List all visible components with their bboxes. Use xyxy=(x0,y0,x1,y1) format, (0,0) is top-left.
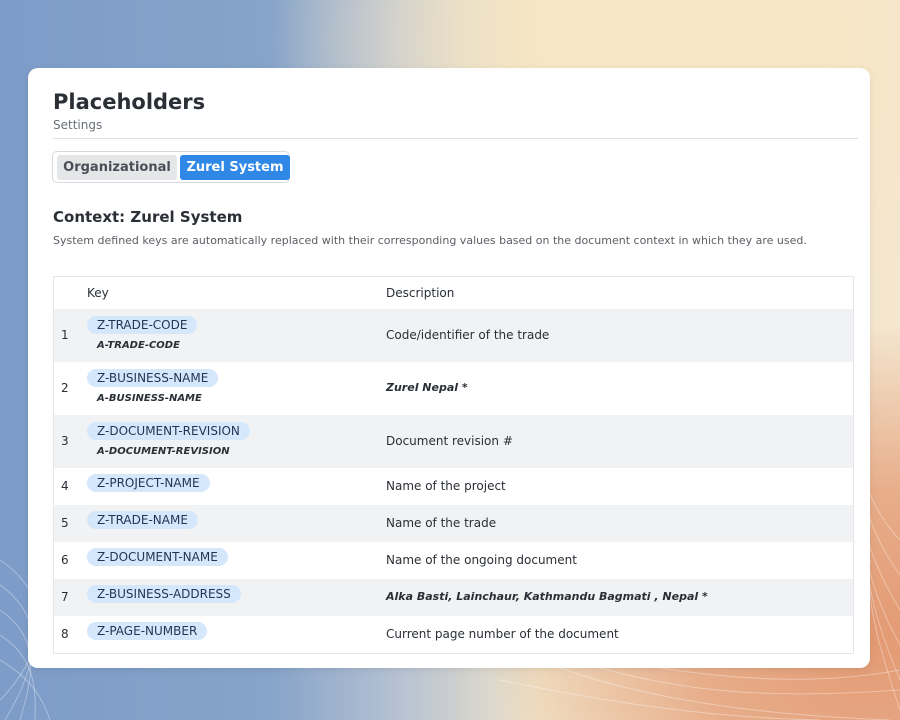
table-row[interactable]: 7 Z-BUSINESS-ADDRESS Alka Basti, Laincha… xyxy=(54,579,853,616)
row-number: 8 xyxy=(61,627,69,641)
row-description: Name of the project xyxy=(386,479,506,493)
key-chip[interactable]: Z-DOCUMENT-REVISION xyxy=(87,422,250,440)
row-number: 7 xyxy=(61,590,69,604)
context-title: Context: Zurel System xyxy=(53,208,243,226)
row-description: Alka Basti, Lainchaur, Kathmandu Bagmati… xyxy=(386,590,708,603)
row-number: 5 xyxy=(61,516,69,530)
context-description: System defined keys are automatically re… xyxy=(53,234,807,247)
key-chip[interactable]: Z-TRADE-NAME xyxy=(87,511,198,529)
key-alias: A-TRADE-CODE xyxy=(97,340,180,351)
row-description: Name of the trade xyxy=(386,516,497,530)
placeholders-table: Key Description 1 Z-TRADE-CODE A-TRADE-C… xyxy=(53,276,854,654)
row-description: Zurel Nepal * xyxy=(386,381,468,394)
column-header-key: Key xyxy=(87,286,109,300)
table-row[interactable]: 1 Z-TRADE-CODE A-TRADE-CODE Code/identif… xyxy=(54,309,853,362)
table-row[interactable]: 4 Z-PROJECT-NAME Name of the project xyxy=(54,468,853,505)
row-description: Name of the ongoing document xyxy=(386,553,577,567)
row-number: 2 xyxy=(61,381,69,395)
key-chip[interactable]: Z-PROJECT-NAME xyxy=(87,474,210,492)
row-description: Current page number of the document xyxy=(386,627,619,641)
table-row[interactable]: 2 Z-BUSINESS-NAME A-BUSINESS-NAME Zurel … xyxy=(54,362,853,415)
context-tab-group: Organizational Zurel System xyxy=(52,151,290,183)
page-subtitle: Settings xyxy=(53,118,103,132)
table-header: Key Description xyxy=(54,277,853,310)
key-chip[interactable]: Z-BUSINESS-ADDRESS xyxy=(87,585,241,603)
table-row[interactable]: 3 Z-DOCUMENT-REVISION A-DOCUMENT-REVISIO… xyxy=(54,415,853,468)
key-alias: A-BUSINESS-NAME xyxy=(97,393,202,404)
row-number: 1 xyxy=(61,328,69,342)
row-description: Document revision # xyxy=(386,434,513,448)
page-title: Placeholders xyxy=(53,90,206,114)
tab-organizational[interactable]: Organizational xyxy=(57,155,177,180)
column-header-description: Description xyxy=(386,286,455,300)
row-number: 3 xyxy=(61,434,69,448)
header-divider xyxy=(53,138,858,139)
row-number: 4 xyxy=(61,479,69,493)
key-chip[interactable]: Z-PAGE-NUMBER xyxy=(87,622,208,640)
table-row[interactable]: 5 Z-TRADE-NAME Name of the trade xyxy=(54,505,853,542)
key-chip[interactable]: Z-DOCUMENT-NAME xyxy=(87,548,228,566)
key-alias: A-DOCUMENT-REVISION xyxy=(97,446,230,457)
row-description: Code/identifier of the trade xyxy=(386,328,550,342)
row-number: 6 xyxy=(61,553,69,567)
key-chip[interactable]: Z-BUSINESS-NAME xyxy=(87,369,219,387)
placeholders-card: Placeholders Settings Organizational Zur… xyxy=(28,68,870,668)
table-row[interactable]: 8 Z-PAGE-NUMBER Current page number of t… xyxy=(54,616,853,653)
table-row[interactable]: 6 Z-DOCUMENT-NAME Name of the ongoing do… xyxy=(54,542,853,579)
tab-zurel-system[interactable]: Zurel System xyxy=(180,155,290,180)
key-chip[interactable]: Z-TRADE-CODE xyxy=(87,316,198,334)
